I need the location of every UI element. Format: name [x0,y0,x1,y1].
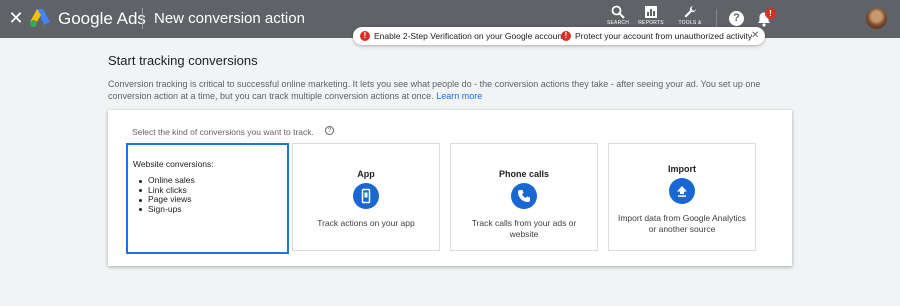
notification-badge: ! [765,8,776,19]
notification-message-protect[interactable]: Protect your account from unauthorized a… [575,27,752,45]
upload-icon [669,178,695,204]
phone-call-icon [511,183,537,209]
description-text: Conversion tracking is critical to succe… [108,79,761,101]
app-option-description: Track actions on your app [317,218,415,228]
import-option-title: Import [668,164,696,174]
import-option-description: Import data from Google Analytics or ano… [617,213,747,234]
search-icon [611,5,625,19]
help-icon[interactable]: ? [729,11,744,26]
phone-app-icon [353,183,379,209]
warning-icon: ! [561,31,571,41]
list-item: Sign-ups [139,204,195,215]
page-title: New conversion action [154,10,305,27]
reports-tool-label: REPORTS [638,20,664,26]
section-heading: Start tracking conversions [108,53,258,68]
google-ads-logo [30,9,50,27]
website-option-title: Website conversions: [133,159,214,169]
tools-tool-label: TOOLS & [678,20,702,26]
avatar[interactable] [866,8,887,29]
section-description: Conversion tracking is critical to succe… [108,78,798,102]
app-option-title: App [357,169,375,179]
website-conversions-list: Online sales Link clicks Page views Sign… [139,175,195,215]
security-notification-banner: ! Enable 2-Step Verification on your Goo… [353,27,765,45]
option-website[interactable]: Website conversions: Online sales Link c… [126,143,289,254]
option-import[interactable]: Import Import data from Google Analytics… [608,143,756,251]
learn-more-link[interactable]: Learn more [436,91,482,101]
wrench-icon [684,6,696,18]
close-notification-icon[interactable]: ✕ [751,27,759,45]
warning-icon: ! [360,31,370,41]
notification-message-2sv[interactable]: Enable 2-Step Verification on your Googl… [374,27,564,45]
phone-option-title: Phone calls [498,169,550,179]
help-circle-icon[interactable]: ? [325,126,334,135]
close-icon[interactable]: ✕ [8,9,24,27]
toolbar-divider [716,9,717,29]
conversion-kind-prompt: Select the kind of conversions you want … [132,127,314,137]
phone-option-description: Track calls from your ads or website [471,218,577,239]
search-tool-label: SEARCH [606,20,630,26]
reports-icon [645,6,657,18]
option-phone-calls[interactable]: Phone calls Track calls from your ads or… [450,143,598,251]
option-app[interactable]: App Track actions on your app [292,143,440,251]
title-divider [142,8,143,29]
brand-name: Google Ads [58,9,146,28]
